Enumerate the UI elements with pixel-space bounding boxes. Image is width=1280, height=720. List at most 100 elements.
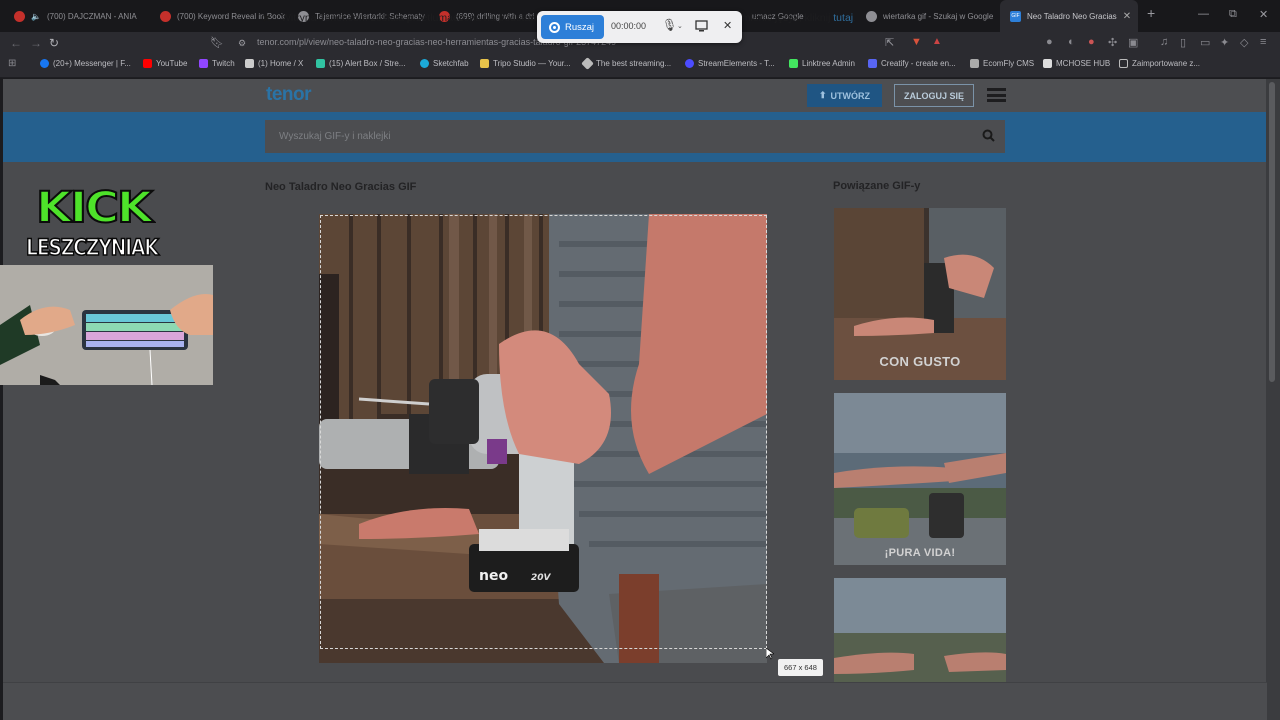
bookmark-icon[interactable]: 🔖︎ [210, 36, 224, 49]
creatify-icon [868, 59, 877, 68]
translate-icon[interactable]: ◐ [1068, 36, 1075, 48]
chevron-down-icon[interactable]: ⌄ [677, 22, 683, 30]
mchose-icon [1043, 59, 1052, 68]
related-caption: ¡PURA VIDA! [884, 547, 956, 559]
bookmark-label: Sketchfab [433, 59, 469, 68]
bookmark-item[interactable]: StreamElements - T... [685, 59, 775, 68]
extension-icon-2[interactable]: ● [1088, 36, 1095, 48]
bookmark-item[interactable]: Creatify - create en... [868, 59, 956, 68]
google-icon [866, 10, 877, 22]
bookmark-folder[interactable]: Zaimportowane z... [1119, 59, 1200, 68]
mouse-cursor-icon [766, 648, 774, 660]
close-tab-icon[interactable]: ✕ [1123, 11, 1131, 22]
bookmark-label: Linktree Admin [802, 59, 855, 68]
close-window-icon[interactable]: ✕ [1259, 8, 1268, 21]
sketchfab-icon [420, 59, 429, 68]
bookmark-label: Twitch [212, 59, 235, 68]
bookmark-item[interactable]: (15) Alert Box / Stre... [316, 59, 405, 68]
minimize-icon[interactable]: — [1198, 8, 1209, 20]
extension-icon-1[interactable]: ● [1046, 36, 1053, 48]
record-icon [549, 21, 560, 33]
tab-5[interactable]: wiertarka gif - Szukaj w Google [856, 0, 998, 32]
menu-icon[interactable]: ≡ [1260, 36, 1266, 48]
mic-muted-icon[interactable]: 🎙︎ [662, 18, 677, 32]
close-notice-icon[interactable]: ✕ [262, 12, 271, 25]
translation-notice [3, 682, 1267, 720]
related-gif-2[interactable]: ¡PURA VIDA! [834, 393, 1006, 565]
tenor-header: tenor ⬆ UTWÓRZ ZALOGUJ SIĘ [3, 79, 1267, 112]
tenor-page: tenor ⬆ UTWÓRZ ZALOGUJ SIĘ Wyszukaj GIF-… [3, 79, 1267, 720]
bookmark-item[interactable]: The best streaming... [581, 57, 671, 70]
apps-icon[interactable]: ⊞ [8, 58, 16, 69]
diamond-icon [581, 57, 594, 70]
bookmark-label: Tripo Studio — Your... [493, 59, 571, 68]
hamburger-menu-icon[interactable] [987, 88, 1006, 102]
login-button[interactable]: ZALOGUJ SIĘ [894, 84, 974, 107]
gif-image[interactable]: neo 20V [319, 214, 767, 663]
speaker-icon[interactable]: 🔈 [31, 12, 41, 21]
bookmark-item[interactable]: Tripo Studio — Your... [480, 59, 571, 68]
bookmark-label: Zaimportowane z... [1132, 59, 1201, 68]
linktree-icon [789, 59, 798, 68]
bookmark-label: StreamElements - T... [698, 59, 775, 68]
maximize-icon[interactable]: ⧉ [1229, 8, 1237, 21]
bookmark-item[interactable]: MCHOSE HUB [1043, 59, 1110, 68]
forward-icon[interactable]: → [30, 36, 42, 50]
bookmark-item[interactable]: Sketchfab [420, 59, 469, 68]
sidebar-icon[interactable]: ▯ [1180, 36, 1186, 49]
share-icon[interactable]: ⇱ [885, 36, 894, 49]
bookmark-item[interactable]: (1) Home / X [245, 59, 303, 68]
page-scrollbar[interactable] [1266, 79, 1280, 720]
bookmark-item[interactable]: YouTube [143, 59, 187, 68]
search-icon[interactable] [982, 129, 995, 142]
bookmark-item[interactable]: Twitch [199, 59, 235, 68]
recording-timer: 00:00:00 [611, 21, 647, 31]
bookmark-item[interactable]: (20+) Messenger | F... [40, 59, 131, 68]
messenger-icon [40, 59, 49, 68]
bookmark-item[interactable]: Linktree Admin [789, 59, 855, 68]
related-gif-3[interactable] [834, 578, 1006, 682]
tab-0[interactable]: 🔈 (700) DAJCZMAN - ANIA [4, 0, 149, 32]
tab-title: wiertarka gif - Szukaj w Google [883, 11, 994, 21]
rewards-icon[interactable]: ▲ [932, 36, 942, 47]
puzzle-icon[interactable]: ✣ [1108, 36, 1117, 49]
vpn-icon[interactable]: ◇ [1240, 36, 1248, 49]
site-info-icon[interactable]: ⚙ [238, 38, 246, 49]
scrollbar-thumb[interactable] [1269, 82, 1275, 382]
brave-shield-icon[interactable]: ▼ [911, 36, 922, 48]
tenor-logo[interactable]: tenor [266, 84, 312, 106]
bookmark-label: (15) Alert Box / Stre... [329, 59, 406, 68]
music-icon[interactable]: ♫ [1160, 36, 1168, 48]
back-icon[interactable]: ← [10, 36, 22, 50]
reload-icon[interactable]: ↻ [49, 36, 59, 50]
wallet-icon[interactable]: ▭ [1200, 36, 1210, 49]
create-button[interactable]: ⬆ UTWÓRZ [807, 84, 882, 107]
bookmarks-bar: ⊞ (20+) Messenger | F... YouTube Twitch … [0, 54, 1280, 78]
new-tab-icon[interactable]: + [1147, 5, 1155, 21]
streamlabs-icon [316, 59, 325, 68]
search-placeholder: Wyszukaj GIF-y i naklejki [279, 131, 391, 142]
bookmark-item[interactable]: EcomFly CMS [970, 59, 1034, 68]
drill-brand-text: neo [479, 568, 508, 584]
youtube-icon [143, 59, 152, 68]
search-input[interactable]: Wyszukaj GIF-y i naklejki [265, 120, 1005, 153]
twitch-icon [199, 59, 208, 68]
record-label: Ruszaj [565, 21, 595, 33]
bookmark-label: EcomFly CMS [983, 59, 1035, 68]
related-title: Powiązane GIF-y [833, 180, 921, 192]
ecomfly-icon [970, 59, 979, 68]
related-gif-1[interactable]: CON GUSTO [834, 208, 1006, 380]
bookmark-label: Creatify - create en... [881, 59, 956, 68]
webcam-image [0, 265, 213, 385]
notice-link[interactable]: tutaj [833, 12, 853, 24]
related-gif-2-image [834, 393, 1006, 565]
tab-6-active[interactable]: GIF Neo Taladro Neo Gracias ✕ [1000, 0, 1138, 32]
record-button[interactable]: Ruszaj [541, 15, 604, 39]
related-gif-3-image [834, 578, 1006, 682]
streamer-name: LESZCZYNIAK [25, 235, 159, 262]
close-recorder-icon[interactable]: ✕ [723, 19, 732, 32]
screenshot-icon[interactable]: ▣ [1128, 36, 1138, 49]
ai-icon[interactable]: ✦ [1220, 36, 1229, 49]
upload-icon: ⬆ [818, 90, 827, 100]
screen-capture-icon[interactable] [695, 20, 708, 32]
